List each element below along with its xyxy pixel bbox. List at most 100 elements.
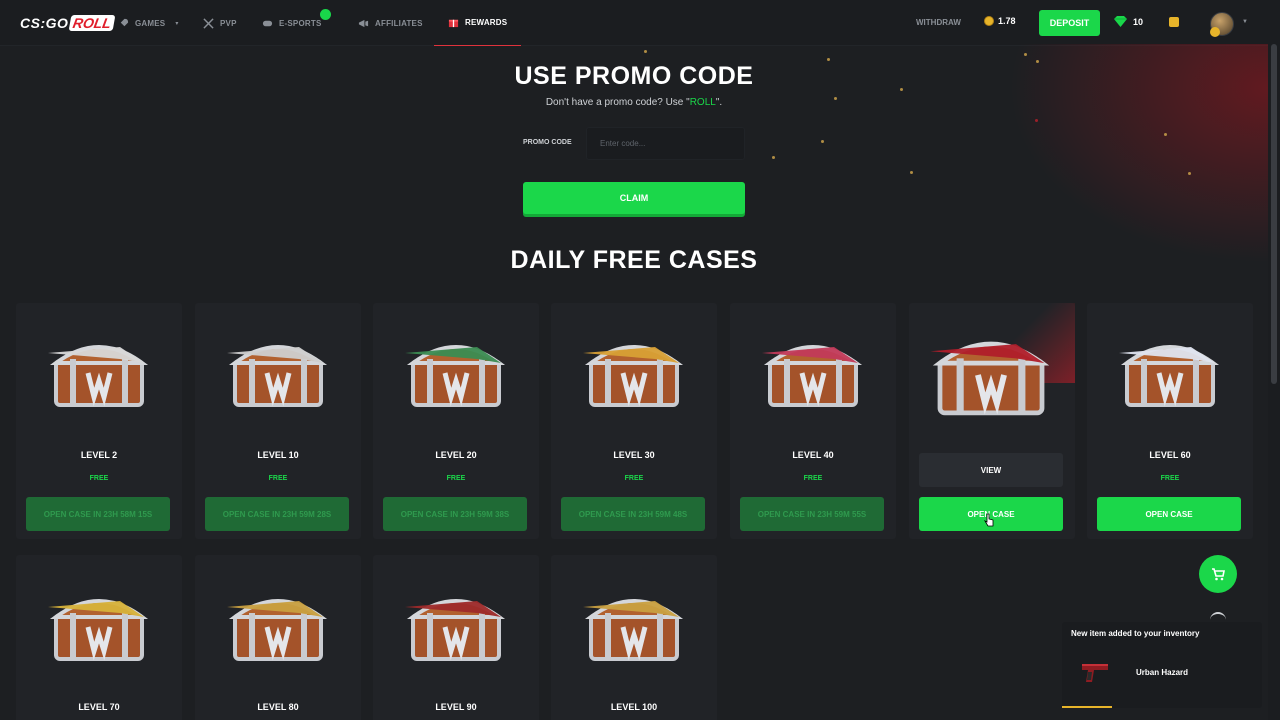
- promo-code-input[interactable]: [586, 127, 745, 160]
- promo-title: USE PROMO CODE: [514, 62, 754, 90]
- case-image: [921, 313, 1061, 425]
- nav-games-label: GAMES: [135, 18, 166, 28]
- pistol-icon: [1082, 664, 1108, 682]
- open-case-button[interactable]: OPEN CASE IN 23H 59M 55S: [740, 497, 884, 531]
- chat-icon[interactable]: [1210, 612, 1226, 622]
- case-card[interactable]: LEVEL 100: [551, 555, 717, 720]
- daily-cases-title: DAILY FREE CASES: [510, 246, 758, 274]
- view-case-button[interactable]: VIEW: [919, 453, 1063, 487]
- logo-text-csgo: CS:GO: [20, 15, 69, 31]
- open-case-button[interactable]: OPEN CASE IN 23H 59M 28S: [205, 497, 349, 531]
- case-chest-icon: [762, 345, 863, 407]
- promo-subtitle: Don't have a promo code? Use "ROLL".: [0, 97, 1268, 108]
- deposit-button[interactable]: DEPOSIT: [1039, 10, 1100, 36]
- case-level: LEVEL 10: [257, 450, 299, 460]
- gems-value: 10: [1133, 16, 1144, 27]
- case-chest-icon: [930, 341, 1050, 416]
- case-image: [575, 323, 693, 413]
- open-case-button[interactable]: OPEN CASE IN 23H 58M 15S: [26, 497, 170, 531]
- case-card[interactable]: LEVEL 70: [16, 555, 182, 720]
- case-free-badge: FREE: [268, 475, 288, 482]
- spark-particle: [1164, 133, 1167, 136]
- open-case-button[interactable]: OPEN CASE IN 23H 59M 38S: [383, 497, 527, 531]
- toast-title: New item added to your inventory: [1071, 629, 1200, 638]
- inventory-icon[interactable]: [1169, 17, 1179, 27]
- toast-progress-bar: [1062, 706, 1112, 708]
- case-image: [40, 323, 158, 413]
- nav-games[interactable]: GAMES ▾: [118, 0, 179, 46]
- case-image: [1111, 323, 1229, 413]
- case-image: [219, 577, 337, 667]
- toast-item-name: Urban Hazard: [1136, 668, 1189, 677]
- case-image: [40, 577, 158, 667]
- case-card[interactable]: LEVEL 80: [195, 555, 361, 720]
- scrollbar-thumb[interactable]: [1271, 44, 1277, 384]
- spark-particle: [910, 171, 913, 174]
- coin-icon: [984, 16, 994, 26]
- case-free-badge: FREE: [624, 475, 644, 482]
- claim-button[interactable]: CLAIM: [523, 182, 745, 214]
- case-level: LEVEL 70: [78, 702, 120, 712]
- case-image: [754, 323, 872, 413]
- open-case-button[interactable]: OPEN CASE IN 23H 59M 48S: [561, 497, 705, 531]
- spark-particle: [772, 156, 775, 159]
- case-image: [397, 577, 515, 667]
- site-logo[interactable]: CS:GO ROLL: [20, 11, 116, 35]
- promo-suggested-code: ROLL: [689, 97, 716, 108]
- case-card[interactable]: LEVEL 60 FREE OPEN CASE: [1087, 303, 1253, 539]
- gem-balance[interactable]: 10: [1114, 16, 1143, 27]
- case-free-badge: FREE: [1160, 475, 1180, 482]
- case-free-badge: FREE: [89, 475, 109, 482]
- case-card[interactable]: LEVEL 40 FREE OPEN CASE IN 23H 59M 55S: [730, 303, 896, 539]
- coin-balance[interactable]: 1.78: [984, 16, 1016, 26]
- case-card[interactable]: LEVEL 2 FREE OPEN CASE IN 23H 58M 15S: [16, 303, 182, 539]
- spark-particle: [1024, 53, 1027, 56]
- case-chest-icon: [405, 599, 506, 661]
- case-chest-icon: [48, 345, 149, 407]
- promo-subtitle-prefix: Don't have a promo code? Use ": [545, 97, 690, 108]
- nav-pvp[interactable]: PVP: [203, 0, 237, 46]
- case-image: [397, 323, 515, 413]
- nav-esports-label: E-SPORTS: [279, 18, 322, 28]
- case-chest-icon: [48, 599, 149, 661]
- case-chest-icon: [1119, 345, 1220, 407]
- case-card[interactable]: VIEW OPEN CASE: [909, 303, 1075, 539]
- nav-rewards-label: REWARDS: [465, 18, 508, 27]
- case-level: LEVEL 20: [435, 450, 477, 460]
- nav-esports[interactable]: E-SPORTS: [262, 0, 322, 46]
- case-free-badge: FREE: [446, 475, 466, 482]
- esports-live-badge: [320, 9, 331, 20]
- cart-icon: [1212, 567, 1225, 580]
- chevron-down-icon: ▾: [175, 20, 179, 27]
- case-chest-icon: [583, 345, 684, 407]
- case-level: LEVEL 2: [80, 450, 118, 460]
- nav-rewards[interactable]: REWARDS: [434, 0, 522, 46]
- chevron-down-icon[interactable]: ▼: [1242, 19, 1248, 25]
- case-level: LEVEL 40: [792, 450, 834, 460]
- rocket-icon: [119, 18, 129, 27]
- spark-particle: [827, 58, 830, 61]
- spark-particle: [644, 50, 647, 53]
- case-card[interactable]: LEVEL 20 FREE OPEN CASE IN 23H 59M 38S: [373, 303, 539, 539]
- promo-subtitle-suffix: ".: [715, 97, 723, 108]
- case-image: [575, 577, 693, 667]
- case-chest-icon: [405, 345, 506, 407]
- case-card[interactable]: LEVEL 90: [373, 555, 539, 720]
- open-case-button[interactable]: OPEN CASE: [1097, 497, 1241, 531]
- gamepad-icon: [262, 20, 273, 26]
- balance-value: 1.78: [998, 16, 1016, 26]
- case-card[interactable]: LEVEL 30 FREE OPEN CASE IN 23H 59M 48S: [551, 303, 717, 539]
- nav-affiliates-label: AFFILIATES: [375, 18, 423, 28]
- promo-code-label: PROMO CODE: [523, 139, 572, 146]
- mouse-cursor-icon: [984, 513, 994, 527]
- case-image: [219, 323, 337, 413]
- page-scrollbar[interactable]: [1268, 0, 1280, 720]
- case-chest-icon: [583, 599, 684, 661]
- case-level: LEVEL 80: [257, 702, 299, 712]
- nav-affiliates[interactable]: AFFILIATES: [358, 0, 423, 46]
- case-level: LEVEL 90: [435, 702, 477, 712]
- cart-button[interactable]: [1199, 555, 1237, 593]
- withdraw-link[interactable]: WITHDRAW: [916, 18, 961, 27]
- case-card[interactable]: LEVEL 10 FREE OPEN CASE IN 23H 59M 28S: [195, 303, 361, 539]
- swords-icon: [203, 17, 214, 29]
